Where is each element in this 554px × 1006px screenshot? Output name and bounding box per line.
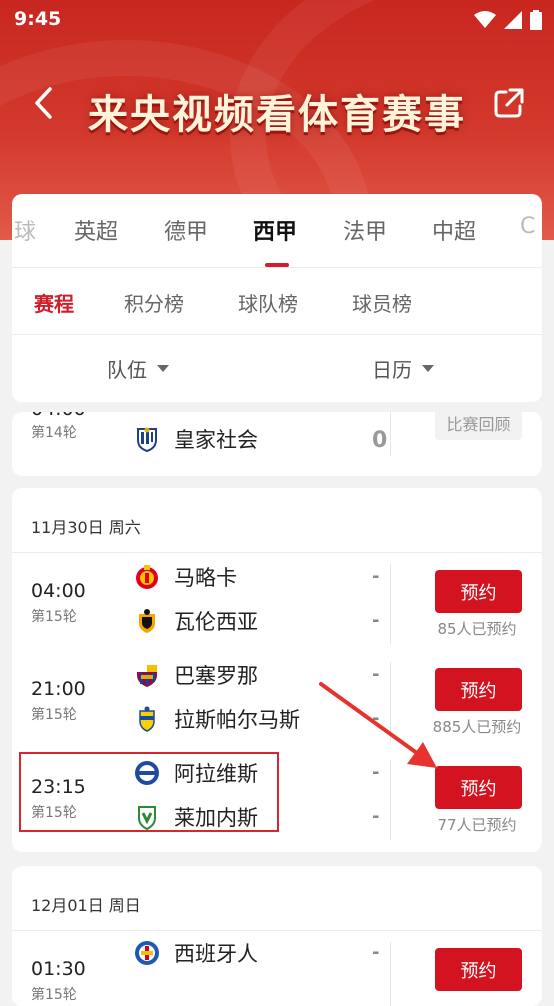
battery-icon [530, 10, 542, 30]
home-team: 马略卡 [134, 562, 237, 592]
team-name: 皇家社会 [174, 428, 258, 452]
home-team: 巴塞罗那 [134, 660, 258, 690]
match-round: 第15轮 [31, 609, 77, 625]
team-filter-label: 队伍 [107, 358, 147, 382]
home-score: - [372, 566, 380, 587]
home-team-name: 巴塞罗那 [174, 664, 258, 688]
date-label: 11月30日 周六 [31, 518, 141, 537]
pointer-arrow-icon [319, 682, 437, 768]
subtab-team-ranking[interactable]: 球队榜 [238, 288, 298, 317]
home-team-name: 马略卡 [174, 566, 237, 590]
team-filter[interactable]: 队伍 [107, 354, 169, 383]
subtab-schedule[interactable]: 赛程 [34, 288, 74, 317]
home-team-name: 西班牙人 [174, 942, 258, 966]
subtab-player-ranking[interactable]: 球员榜 [352, 288, 412, 317]
match-round: 第14轮 [31, 425, 77, 441]
tab-premier-league[interactable]: 英超 [74, 214, 118, 246]
divider [12, 334, 542, 335]
away-team: 拉斯帕尔马斯 [134, 704, 300, 734]
match-time: 21:00 [31, 678, 86, 700]
tab-partial-right[interactable]: C [520, 214, 535, 239]
book-button[interactable]: 预约 [435, 570, 522, 613]
match-row[interactable]: 01:30 第15轮 西班牙人 - 预约 [12, 934, 542, 1006]
book-button[interactable]: 预约 [435, 766, 522, 809]
tab-ligue-1[interactable]: 法甲 [343, 214, 387, 246]
wifi-icon [474, 11, 496, 28]
status-time: 9:45 [14, 8, 62, 30]
away-team: 瓦伦西亚 [134, 606, 258, 636]
home-team: 西班牙人 [134, 938, 258, 968]
real-sociedad-crest-icon [137, 427, 157, 452]
league-selector-card: 球 英超 德甲 西甲 法甲 中超 C 赛程 积分榜 球队榜 球员榜 队伍 日历 [12, 194, 542, 402]
match-time: 04:00 [31, 412, 86, 420]
booking-count: 77人已预约 [437, 816, 517, 834]
espanyol-crest-icon [135, 941, 159, 965]
date-label: 12月01日 周日 [31, 896, 141, 915]
divider [12, 552, 542, 553]
tab-partial-left[interactable]: 球 [14, 214, 36, 246]
team-score: 0 [372, 428, 388, 453]
divider [390, 564, 391, 644]
las-palmas-crest-icon [139, 706, 155, 732]
caret-down-icon [157, 365, 169, 372]
calendar-filter[interactable]: 日历 [372, 354, 434, 383]
away-score: - [372, 610, 380, 631]
divider [12, 930, 542, 931]
valencia-crest-icon [139, 609, 155, 633]
previous-match-card: 04:00 第14轮 皇家社会 0 比赛回顾 [12, 412, 542, 476]
status-bar: 9:45 [0, 0, 554, 40]
home-score: - [372, 942, 380, 963]
tab-bundesliga[interactable]: 德甲 [164, 214, 208, 246]
league-tabs: 球 英超 德甲 西甲 法甲 中超 C [12, 194, 542, 267]
subtab-standings[interactable]: 积分榜 [124, 288, 184, 317]
book-button[interactable]: 预约 [435, 948, 522, 991]
calendar-filter-label: 日历 [372, 358, 412, 382]
highlight-box [19, 752, 279, 832]
match-replay-button[interactable]: 比赛回顾 [435, 412, 522, 440]
away-score: - [372, 806, 380, 827]
match-time: 01:30 [31, 958, 86, 980]
share-icon[interactable] [492, 86, 526, 120]
tab-csl[interactable]: 中超 [432, 214, 476, 246]
match-row[interactable]: 04:00 第15轮 马略卡 瓦伦西亚 - - 预约 85人已预约 [12, 556, 542, 654]
booking-count: 85人已预约 [437, 620, 517, 638]
barcelona-crest-icon [137, 665, 157, 687]
divider [390, 412, 391, 456]
tab-la-liga[interactable]: 西甲 [253, 214, 297, 246]
match-time: 04:00 [31, 580, 86, 602]
away-team-name: 瓦伦西亚 [174, 610, 258, 634]
divider [12, 267, 542, 268]
away-team-name: 拉斯帕尔马斯 [174, 708, 300, 732]
caret-down-icon [422, 365, 434, 372]
match-round: 第15轮 [31, 707, 77, 723]
mallorca-crest-icon [136, 565, 158, 589]
match-row[interactable]: 21:00 第15轮 巴塞罗那 拉斯帕尔马斯 - - 预约 885人已预约 [12, 654, 542, 752]
status-icons [474, 10, 542, 30]
signal-icon [504, 11, 522, 29]
page-title: 来央视频看体育赛事 [88, 91, 466, 138]
divider [390, 942, 391, 1006]
team-row: 皇家社会 [134, 424, 258, 454]
book-button[interactable]: 预约 [435, 668, 522, 711]
match-round: 第15轮 [31, 987, 77, 1003]
day-card-1201: 12月01日 周日 01:30 第15轮 西班牙人 - 预约 [12, 866, 542, 1006]
